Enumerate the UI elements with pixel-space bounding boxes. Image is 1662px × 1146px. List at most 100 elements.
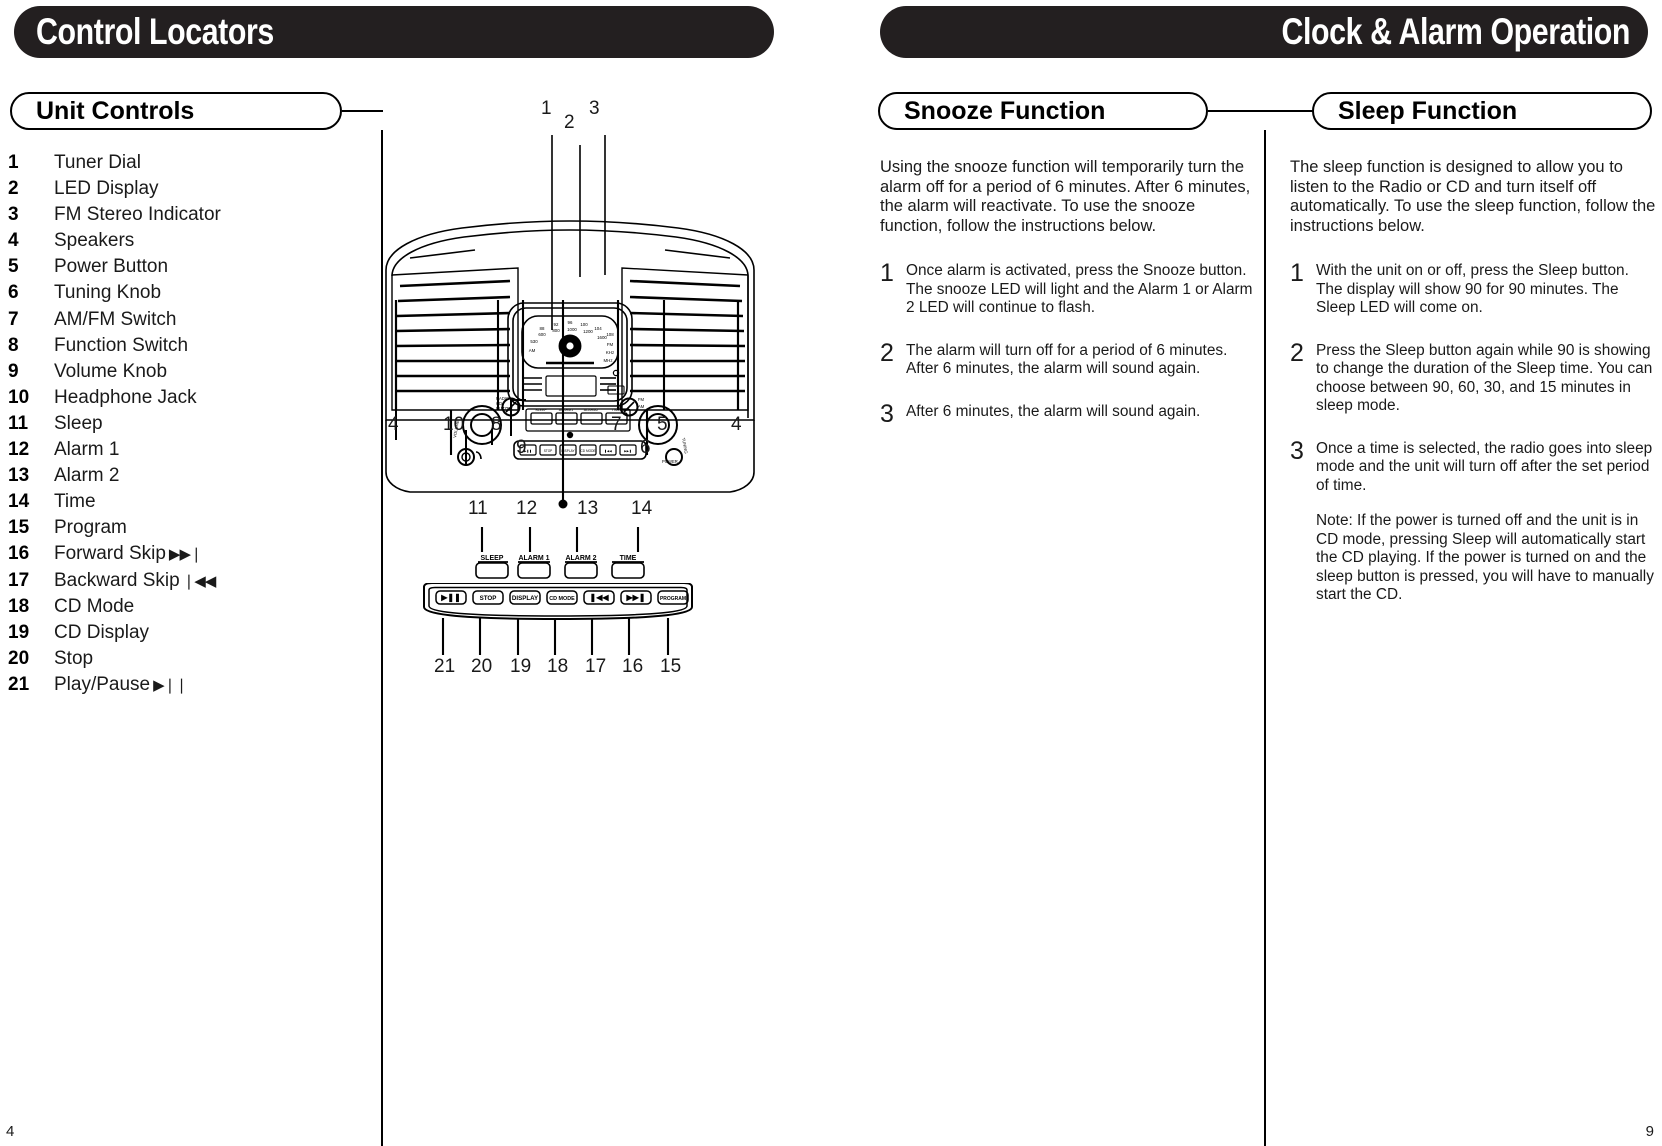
control-list-item: 16 Forward Skip ▶▶❘ (8, 543, 358, 569)
control-number: 17 (8, 569, 30, 591)
control-glyph-icon: ❘◀◀ (182, 572, 217, 590)
instruction-step: 1 With the unit on or off, press the Slee… (1290, 261, 1658, 318)
control-list-item: 3 FM Stereo Indicator (8, 204, 358, 230)
svg-text:ALARM1: ALARM1 (559, 408, 573, 412)
control-label: Function Switch (54, 334, 189, 356)
instruction-step-text: Once a time is selected, the radio goes … (1316, 439, 1653, 494)
snooze-intro: Using the snooze function will temporari… (880, 158, 1251, 235)
snooze-function-column: Using the snooze function will temporari… (880, 158, 1262, 449)
left-page-banner: Control Locators (14, 6, 774, 58)
right-banner-title: Clock & Alarm Operation (1281, 11, 1630, 52)
snooze-steps: 1 Once alarm is activated, press the Snoo… (880, 261, 1262, 426)
control-list-item: 6 Tuning Knob (8, 282, 358, 308)
svg-text:TUNING: TUNING (681, 437, 689, 454)
forward-skip-glyph: ▶▶❚ (625, 593, 645, 603)
callout-20: 20 (471, 656, 493, 677)
callout-12: 12 (516, 498, 538, 519)
instruction-step: 3 After 6 minutes, the alarm will sound a… (880, 401, 1262, 426)
control-glyph-icon: ▶❘❘ (153, 676, 188, 694)
instruction-step: 2 Press the Sleep button again while 90 i… (1290, 340, 1658, 416)
control-number: 4 (8, 230, 19, 252)
control-list-item: 17 Backward Skip ❘◀◀ (8, 570, 358, 596)
unit-controls-list: 1 Tuner Dial 2 LED Display 3 FM Stereo Indica… (8, 152, 358, 700)
control-list-item: 7 AM/FM Switch (8, 309, 358, 335)
control-list-item: 20 Stop (8, 648, 358, 674)
control-number: 14 (8, 491, 30, 513)
svg-text:FM: FM (638, 397, 645, 402)
callout-19: 19 (510, 656, 532, 677)
svg-text:CD MODE: CD MODE (580, 449, 595, 453)
callout-16: 16 (622, 656, 644, 677)
instruction-step: 3 Once a time is selected, the radio goes… (1290, 436, 1658, 605)
snooze-function-section-header: Snooze Function (878, 92, 1208, 130)
callout-10: 10 (443, 414, 465, 435)
control-number: 7 (8, 308, 19, 330)
right-page-banner: Clock & Alarm Operation (880, 6, 1648, 58)
alarm1-button[interactable] (517, 562, 551, 579)
control-label: FM Stereo Indicator (54, 204, 221, 226)
control-list-item: 11 Sleep (8, 413, 358, 439)
control-label: Sleep (54, 412, 103, 434)
backward-skip-glyph: ❚◀◀ (589, 593, 609, 603)
sleep-button-label: SLEEP (481, 555, 504, 562)
callout-2: 2 (564, 112, 575, 133)
cd-transport-detail: ▶❚❚ STOP DISPLAY CD MODE ❚◀◀ ▶▶❚ PROGRAM (418, 582, 698, 625)
snooze-function-label: Snooze Function (904, 96, 1106, 125)
svg-text:STOP: STOP (544, 449, 553, 453)
control-list-item: 4 Speakers (8, 230, 358, 256)
play-pause-glyph: ▶❚❚ (440, 593, 461, 603)
callout-3: 3 (589, 98, 600, 119)
control-number: 15 (8, 517, 30, 539)
time-button[interactable] (611, 562, 645, 579)
right-page-divider (1264, 130, 1266, 1146)
sleep-steps: 1 With the unit on or off, press the Slee… (1290, 261, 1658, 605)
control-label: Tuning Knob (54, 282, 162, 304)
control-number: 1 (8, 152, 19, 173)
control-number: 21 (8, 673, 30, 695)
control-label: Stop (54, 647, 94, 669)
control-list-item: 19 CD Display (8, 622, 358, 648)
callout-11: 11 (468, 498, 488, 519)
instruction-step-text: With the unit on or off, press the Sleep… (1316, 262, 1629, 316)
control-number: 8 (8, 334, 19, 356)
callout-18: 18 (547, 656, 569, 677)
alarm2-button[interactable] (564, 562, 598, 579)
alarm1-button-label: ALARM 1 (518, 555, 549, 562)
svg-text:800: 800 (552, 328, 560, 333)
sleep-function-column: The sleep function is designed to allow … (1290, 158, 1658, 629)
control-number: 6 (8, 282, 19, 304)
cd-mode-label: CD MODE (549, 596, 575, 602)
unit-controls-section-header: Unit Controls (10, 92, 342, 130)
svg-text:MHz: MHz (603, 358, 612, 363)
control-label: Forward Skip (54, 543, 166, 565)
instruction-step-number: 3 (1290, 436, 1304, 465)
control-list-item: 14 Time (8, 491, 358, 517)
svg-text:ALARM2: ALARM2 (584, 408, 598, 412)
control-number: 3 (8, 204, 19, 226)
control-number: 13 (8, 465, 30, 487)
control-number: 11 (8, 412, 29, 434)
unit-controls-label: Unit Controls (36, 96, 195, 125)
control-number: 10 (8, 386, 30, 408)
alarm-button-strip-detail: SLEEP ALARM 1 ALARM 2 TIME (472, 551, 652, 581)
instruction-step-number: 2 (880, 338, 894, 367)
callout-9: 9 (516, 437, 527, 458)
svg-text:88: 88 (540, 326, 545, 331)
callout-14: 14 (631, 498, 653, 519)
svg-text:108: 108 (606, 332, 614, 337)
control-label: Alarm 2 (54, 465, 120, 487)
svg-text:530: 530 (530, 339, 538, 344)
control-number: 5 (8, 256, 19, 278)
callout-21: 21 (434, 656, 456, 677)
svg-text:100: 100 (580, 322, 588, 327)
snooze-connector (1208, 110, 1266, 112)
control-number: 20 (8, 647, 30, 669)
control-label: Backward Skip (54, 569, 180, 591)
program-label: PROGRAM (660, 596, 686, 602)
control-label: Program (54, 517, 127, 539)
sleep-button[interactable] (475, 562, 509, 579)
control-label: CD Display (54, 621, 150, 643)
control-label: Play/Pause (54, 673, 151, 695)
sleep-function-label: Sleep Function (1338, 96, 1518, 125)
display-label: DISPLAY (512, 595, 539, 602)
